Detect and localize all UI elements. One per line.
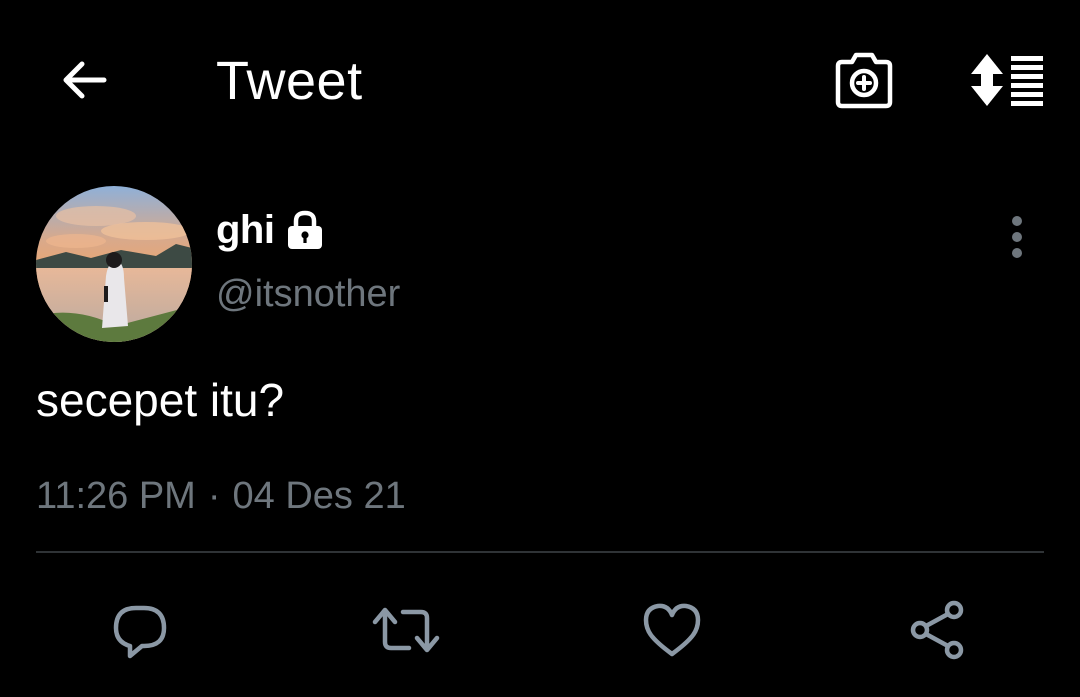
more-options-button[interactable] — [996, 212, 1038, 262]
reply-icon — [113, 605, 167, 659]
sort-replies-button[interactable] — [962, 42, 1052, 118]
tweet-date: 04 Des 21 — [232, 475, 406, 517]
back-button[interactable] — [52, 48, 116, 112]
author-name-row[interactable]: ghi — [216, 204, 326, 256]
retweet-button[interactable] — [366, 590, 446, 670]
arrow-left-icon — [63, 61, 107, 99]
like-button[interactable] — [632, 590, 712, 670]
heart-icon — [643, 603, 701, 657]
divider — [36, 551, 1044, 553]
avatar[interactable] — [36, 186, 192, 342]
page-title: Tweet — [216, 51, 363, 111]
share-icon — [910, 600, 964, 660]
user-handle[interactable]: @itsnother — [216, 270, 400, 318]
add-photo-button[interactable] — [826, 42, 902, 118]
tweet-text: secepet itu? — [36, 374, 285, 426]
tweet-timestamp: 11:26 PM · 04 Des 21 — [36, 472, 406, 520]
lock-icon — [284, 209, 326, 251]
timestamp-separator: · — [207, 475, 221, 517]
more-vertical-icon — [1012, 216, 1022, 258]
sort-icon — [971, 54, 1043, 106]
avatar-image — [36, 186, 192, 342]
camera-plus-icon — [835, 52, 893, 109]
tweet-time: 11:26 PM — [36, 475, 196, 517]
retweet-icon — [372, 607, 440, 653]
reply-button[interactable] — [100, 590, 180, 670]
display-name: ghi — [216, 208, 275, 252]
share-button[interactable] — [898, 590, 978, 670]
